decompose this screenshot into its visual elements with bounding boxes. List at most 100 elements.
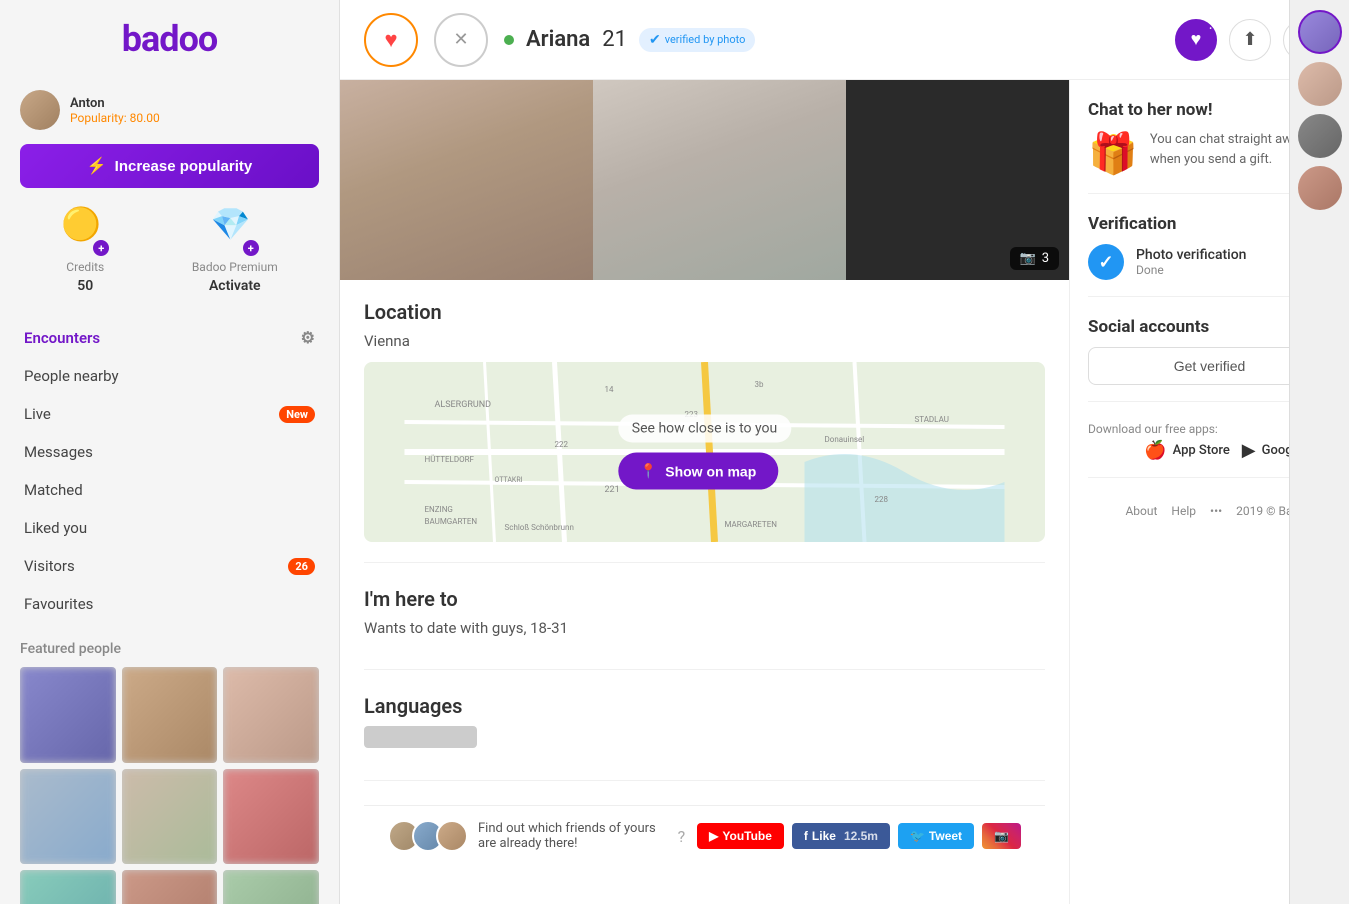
profile-info: Ariana 21 ✔ verified by photo — [504, 27, 1159, 52]
favourites-label: Favourites — [24, 595, 93, 613]
premium-icon: 💎 — [211, 205, 251, 243]
youtube-button[interactable]: ▶ YouTube — [697, 823, 784, 849]
svg-text:BAUMGARTEN: BAUMGARTEN — [425, 517, 478, 526]
sidebar-item-visitors[interactable]: Visitors 26 — [0, 547, 339, 585]
sidebar-item-messages[interactable]: Messages — [0, 433, 339, 471]
map-overlay-text: See how close is to you — [618, 415, 791, 443]
increase-popularity-label: Increase popularity — [115, 158, 253, 175]
live-label: Live — [24, 405, 51, 423]
location-section: Location Vienna — [364, 300, 1045, 563]
featured-thumb-7[interactable] — [20, 870, 116, 904]
rsa-avatar-3[interactable] — [1298, 114, 1342, 158]
sidebar-item-encounters[interactable]: Encounters ⚙ — [0, 318, 339, 357]
credits-icon: 🟡 — [61, 205, 101, 243]
map-overlay: See how close is to you 📍 Show on map — [618, 415, 791, 490]
rsa-avatar-1[interactable] — [1298, 10, 1342, 54]
svg-text:ENZING: ENZING — [425, 505, 453, 514]
featured-thumb-6[interactable] — [223, 769, 319, 865]
visitors-badge: 26 — [288, 558, 315, 575]
svg-text:ALSERGRUND: ALSERGRUND — [435, 400, 492, 410]
premium-plus-icon: + — [243, 240, 259, 256]
premium-icon-wrap: 💎 + — [211, 208, 259, 256]
featured-thumb-3[interactable] — [223, 667, 319, 763]
featured-thumb-9[interactable] — [223, 870, 319, 904]
gift-icon: 🎁 — [1088, 130, 1138, 177]
location-value: Vienna — [364, 332, 1045, 350]
sidebar-item-liked-you[interactable]: Liked you — [0, 509, 339, 547]
like-button[interactable]: ♥ — [364, 13, 418, 67]
google-play-icon: ▶ — [1242, 440, 1256, 461]
featured-thumb-1[interactable] — [20, 667, 116, 763]
main-content: ♥ ✕ Ariana 21 ✔ verified by photo ♥ ⬆ 👤 — [340, 0, 1349, 904]
sidebar-item-matched[interactable]: Matched — [0, 471, 339, 509]
settings-icon[interactable]: ⚙ — [301, 328, 315, 347]
verify-status: Done — [1136, 263, 1246, 277]
facebook-button[interactable]: f Like 12.5m — [792, 823, 890, 849]
youtube-label: YouTube — [722, 829, 772, 843]
increase-popularity-button[interactable]: ⚡ Increase popularity — [20, 144, 319, 188]
app-store-button[interactable]: 🍎 App Store — [1144, 440, 1230, 461]
more-link[interactable]: ••• — [1210, 504, 1222, 518]
matched-label: Matched — [24, 481, 83, 499]
premium-item[interactable]: 💎 + Badoo Premium Activate — [192, 208, 278, 294]
share-icon: ⬆ — [1242, 29, 1257, 50]
languages-title: Languages — [364, 694, 1045, 718]
featured-thumb-4[interactable] — [20, 769, 116, 865]
rsa-avatar-4[interactable] — [1298, 166, 1342, 210]
featured-thumb-8[interactable] — [122, 870, 218, 904]
svg-text:Schloß Schönbrunn: Schloß Schönbrunn — [505, 523, 574, 532]
verify-check-circle: ✓ — [1088, 244, 1124, 280]
friends-avatars — [388, 820, 468, 852]
photo-1[interactable] — [340, 80, 593, 280]
languages-value: German — [364, 726, 1045, 748]
credits-item[interactable]: 🟡 + Credits 50 — [61, 208, 109, 294]
credits-icon-wrap: 🟡 + — [61, 208, 109, 256]
instagram-button[interactable]: 📷 — [982, 823, 1021, 849]
sidebar-item-live[interactable]: Live New — [0, 395, 339, 433]
share-button[interactable]: ⬆ — [1229, 19, 1271, 61]
user-subtitle: Popularity: 80.00 — [70, 111, 160, 125]
languages-section: Languages German — [364, 694, 1045, 781]
credits-row: 🟡 + Credits 50 💎 + Badoo Premium Activat… — [0, 202, 339, 310]
svg-text:3b: 3b — [755, 380, 764, 389]
facebook-count: 12.5m — [844, 829, 878, 843]
sidebar-item-people-nearby[interactable]: People nearby — [0, 357, 339, 395]
photo-2[interactable] — [593, 80, 846, 280]
sidebar: badoo Anton Popularity: 80.00 ⚡ Increase… — [0, 0, 340, 904]
get-verified-label: Get verified — [1174, 358, 1246, 374]
show-on-map-button[interactable]: 📍 Show on map — [618, 453, 778, 490]
friends-help-icon[interactable]: ? — [678, 827, 686, 846]
twitter-button[interactable]: 🐦 Tweet — [898, 823, 974, 849]
liked-you-label: Liked you — [24, 519, 87, 537]
featured-thumb-5[interactable] — [122, 769, 218, 865]
premium-label: Badoo Premium — [192, 260, 278, 274]
help-link[interactable]: Help — [1171, 504, 1196, 518]
rsa-avatar-2[interactable] — [1298, 62, 1342, 106]
sidebar-item-favourites[interactable]: Favourites — [0, 585, 339, 623]
bolt-icon: ⚡ — [87, 156, 107, 176]
app-store-label: App Store — [1173, 443, 1230, 458]
visitors-label: Visitors — [24, 557, 75, 575]
superlike-button[interactable]: ♥ — [1175, 19, 1217, 61]
online-indicator — [504, 35, 514, 45]
verified-text: verified by photo — [665, 33, 746, 46]
profile-name: Ariana — [526, 27, 590, 52]
facebook-label: Like — [812, 829, 836, 843]
live-badge: New — [279, 406, 315, 423]
nav-section: Encounters ⚙ People nearby Live New Mess… — [0, 310, 339, 631]
here-to-value: Wants to date with guys, 18-31 — [364, 619, 1045, 637]
logo-text: badoo — [122, 18, 217, 60]
credits-plus-icon: + — [93, 240, 109, 256]
youtube-icon: ▶ — [709, 829, 718, 843]
featured-grid — [20, 667, 319, 904]
friends-text: Find out which friends of yours are alre… — [478, 821, 668, 851]
dislike-button[interactable]: ✕ — [434, 13, 488, 67]
verify-info: Photo verification Done — [1136, 247, 1246, 277]
featured-thumb-2[interactable] — [122, 667, 218, 763]
svg-text:Donauinsel: Donauinsel — [825, 435, 865, 444]
about-link[interactable]: About — [1125, 504, 1157, 518]
map-container: ALSERGRUND 14 3b STADLAU HÜTTELDORF OTTA… — [364, 362, 1045, 542]
facebook-icon: f — [804, 829, 808, 843]
x-icon: ✕ — [453, 29, 468, 50]
credits-label: Credits — [66, 260, 104, 274]
